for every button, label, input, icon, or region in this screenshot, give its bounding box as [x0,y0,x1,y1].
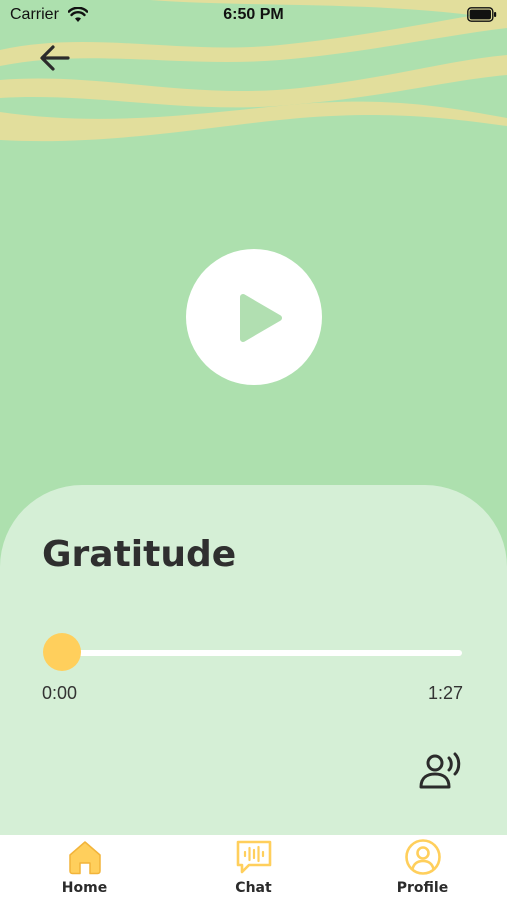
meditation-player-screen: Carrier 6:50 PM Gratitude 0:00 1:27 Home… [0,0,507,900]
arrow-left-icon [40,45,70,71]
back-button[interactable] [34,40,78,76]
tab-bar: Home Chat Profile [0,835,507,900]
speaking-person-icon [419,752,461,789]
home-icon [68,841,101,875]
tab-home-label: Home [61,880,108,896]
progress-thumb[interactable] [43,633,81,671]
status-time: 6:50 PM [223,6,284,23]
profile-icon [404,839,441,875]
status-bar: Carrier 6:50 PM [0,0,507,32]
play-button[interactable] [186,249,322,385]
track-title: Gratitude [42,534,237,575]
voice-button[interactable] [418,750,466,790]
play-icon [240,294,282,342]
tab-chat[interactable]: Chat [169,835,338,900]
tab-chat-label: Chat [235,880,272,896]
battery-icon [467,7,497,22]
progress-track[interactable] [62,650,462,656]
chat-icon [236,840,271,874]
tab-home[interactable]: Home [0,835,169,900]
current-time: 0:00 [42,683,78,703]
tab-profile-label: Profile [396,880,449,896]
tab-profile[interactable]: Profile [338,835,507,900]
duration-time: 1:27 [428,683,464,703]
